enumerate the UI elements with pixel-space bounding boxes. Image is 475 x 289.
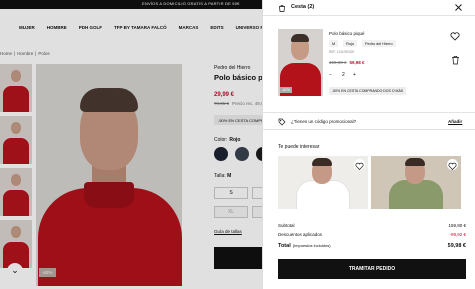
qty-increase-button[interactable]: +	[353, 72, 356, 78]
summary-subtotal: Subtotal 159,90 €	[278, 223, 466, 228]
summary-discounts: Descuentos aplicados -99,92 €	[278, 232, 466, 237]
promo-code-add-link[interactable]: Añadir	[448, 119, 462, 124]
recommendation-favorite[interactable]	[447, 159, 458, 170]
cart-item-offer: -50% EN CESTA COMPRANDO DOS O MÁS	[329, 87, 407, 95]
promo-code-question: ¿Tienes un código promocional?	[291, 119, 357, 124]
cart-item-ref: REF. 1311090020	[329, 50, 355, 54]
cart-item-price: 159,90 €59,98 €	[329, 60, 365, 65]
recommendation-favorite[interactable]	[354, 159, 365, 170]
cart-item-name[interactable]: Polo básico piqué	[329, 31, 365, 36]
quantity-stepper: − 2 +	[329, 71, 363, 81]
discounts-value: -99,92 €	[449, 232, 466, 237]
total-note: (Impuestos incluidos)	[292, 243, 331, 248]
cart-drawer: Cesta (2) -62% Polo básico piqué M Rojo …	[262, 0, 475, 289]
trash-icon[interactable]	[451, 55, 460, 65]
total-label: Total	[278, 243, 291, 249]
cart-item-image[interactable]: -62%	[278, 29, 323, 96]
subtotal-label: Subtotal	[278, 223, 295, 228]
bag-icon	[279, 5, 285, 12]
heart-icon[interactable]	[450, 32, 460, 41]
tag-icon	[278, 118, 286, 126]
page: ENVÍOS A DOMICILIO GRATIS A PARTIR DE 50…	[0, 0, 475, 289]
checkout-button[interactable]: TRAMITAR PEDIDO	[278, 259, 466, 279]
recommendation-card[interactable]	[371, 156, 461, 209]
option-size: M	[329, 40, 339, 47]
cart-title: Cesta (2)	[291, 4, 315, 10]
discounts-label: Descuentos aplicados	[278, 232, 323, 237]
page-overlay[interactable]	[0, 0, 262, 289]
summary-total: Total (Impuestos incluidos) 59,98 €	[278, 243, 466, 249]
close-icon[interactable]	[454, 3, 463, 12]
option-brand: Pedro del Hierro	[361, 40, 396, 47]
cart-item-options: M Rojo Pedro del Hierro	[329, 40, 396, 47]
total-value: 59,98 €	[447, 243, 466, 249]
heart-icon[interactable]	[354, 161, 365, 172]
heart-icon[interactable]	[447, 161, 458, 172]
qty-decrease-button[interactable]: −	[329, 72, 332, 78]
recommendation-card[interactable]	[278, 156, 368, 209]
option-color: Rojo	[343, 40, 357, 47]
cart-item-badge: -62%	[280, 87, 293, 93]
recommendations-title: Te puede interesar	[278, 144, 320, 150]
cart-item-old-price: 159,90 €	[329, 60, 347, 65]
subtotal-value: 159,90 €	[448, 223, 466, 228]
qty-value: 2	[342, 72, 345, 78]
cart-header: Cesta (2)	[263, 0, 475, 16]
cart-item-current-price: 59,98 €	[349, 60, 365, 65]
promo-code-row[interactable]: ¿Tienes un código promocional? Añadir	[263, 112, 475, 130]
